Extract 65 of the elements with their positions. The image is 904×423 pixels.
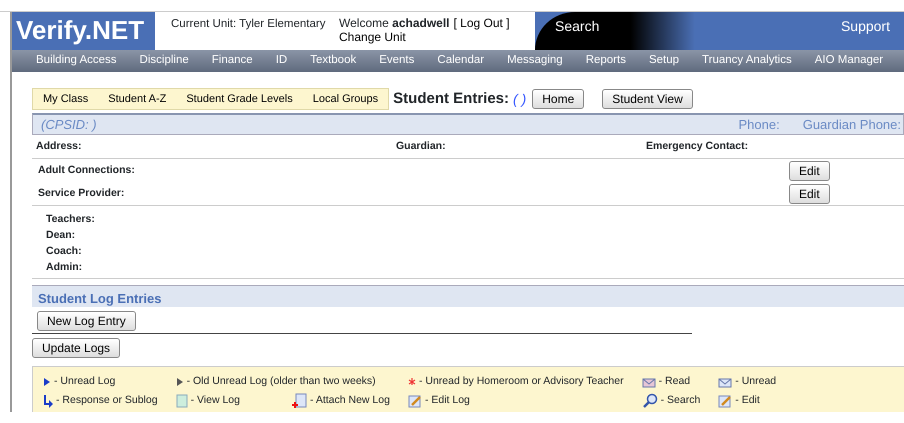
- nav-link[interactable]: AIO Manager: [802, 52, 894, 70]
- field-label: Address:: [36, 138, 83, 154]
- pencil-icon: [408, 394, 422, 408]
- title-button[interactable]: Student View: [602, 89, 693, 109]
- update-logs-button[interactable]: Update Logs: [32, 338, 120, 358]
- nav-link[interactable]: Reports: [574, 52, 637, 70]
- document-icon: [176, 394, 188, 408]
- field-label: Adult Connections:: [38, 162, 136, 178]
- tab[interactable]: Student A-Z: [98, 90, 176, 108]
- pencil-icon: [718, 394, 732, 408]
- tab[interactable]: My Class: [33, 90, 98, 108]
- envelope-icon: [718, 376, 732, 388]
- arrow-icon: [43, 394, 53, 408]
- phone-label: Phone:: [738, 116, 780, 134]
- nav-link[interactable]: Setup: [636, 52, 690, 70]
- nav-link[interactable]: Discipline: [128, 52, 200, 70]
- legend-label: - Unread Log: [54, 374, 116, 389]
- field-label: Service Provider:: [38, 186, 126, 201]
- legend-label: - Edit Log: [424, 392, 470, 408]
- legend-label: - View Log: [190, 392, 240, 408]
- search-icon: [642, 392, 658, 408]
- tab[interactable]: Student Grade Levels: [176, 90, 303, 108]
- legend-label: - Edit: [735, 392, 760, 408]
- guardian-phone-label: Guardian Phone:: [802, 116, 901, 134]
- staff-label: Admin:: [46, 260, 84, 275]
- legend-label: - Old Unread Log (older than two weeks): [186, 374, 376, 389]
- edit-button[interactable]: Edit: [789, 184, 830, 204]
- staff-label: Teachers:: [46, 212, 96, 227]
- student-name: ( ): [513, 90, 526, 109]
- search-link[interactable]: Search: [555, 18, 600, 34]
- legend-label: - Response or Sublog: [56, 392, 158, 408]
- nav-link[interactable]: Textbook: [298, 52, 368, 70]
- cpsid-text: (CPSID: ): [41, 116, 97, 134]
- edit-button[interactable]: Edit: [789, 160, 830, 180]
- legend-label: - Unread by Homeroom or Advisory Teacher: [418, 374, 624, 389]
- asterisk-icon: [408, 376, 416, 386]
- field-label: Guardian:: [396, 138, 447, 154]
- envelope-icon: [642, 376, 656, 388]
- triangle-icon: [176, 376, 184, 386]
- current-unit: Current Unit: Tyler Elementary: [170, 17, 326, 32]
- field-label: Emergency Contact:: [646, 138, 748, 154]
- page-title: Student Entries:: [393, 88, 510, 109]
- legend-label: - Read: [658, 374, 690, 389]
- staff-label: Coach:: [46, 244, 83, 259]
- document-plus-icon: [290, 392, 307, 408]
- legend-label: - Attach New Log: [310, 392, 390, 408]
- nav-link[interactable]: Building Access: [24, 52, 128, 70]
- support-link[interactable]: Support: [840, 18, 890, 34]
- nav-link[interactable]: Finance: [200, 52, 264, 70]
- tab[interactable]: Local Groups: [302, 90, 388, 108]
- nav-link[interactable]: ID: [264, 52, 298, 70]
- legend-label: - Search: [660, 392, 700, 408]
- staff-label: Dean:: [46, 228, 76, 243]
- change-unit-link[interactable]: Change Unit: [339, 30, 406, 44]
- nav-link[interactable]: Calendar: [425, 52, 496, 70]
- logout-link[interactable]: [ Log Out ]: [454, 16, 510, 30]
- new-log-button[interactable]: New Log Entry: [37, 311, 136, 331]
- title-button[interactable]: Home: [532, 89, 584, 109]
- nav-link[interactable]: Events: [367, 52, 426, 70]
- nav-link[interactable]: Truancy Analytics: [690, 52, 803, 70]
- welcome-text: Welcome achadwell: [339, 16, 450, 30]
- section-header: Student Log Entries: [32, 285, 904, 307]
- triangle-icon: [43, 376, 51, 386]
- legend-label: - Unread: [735, 374, 776, 389]
- nav-link[interactable]: Messaging: [495, 52, 574, 70]
